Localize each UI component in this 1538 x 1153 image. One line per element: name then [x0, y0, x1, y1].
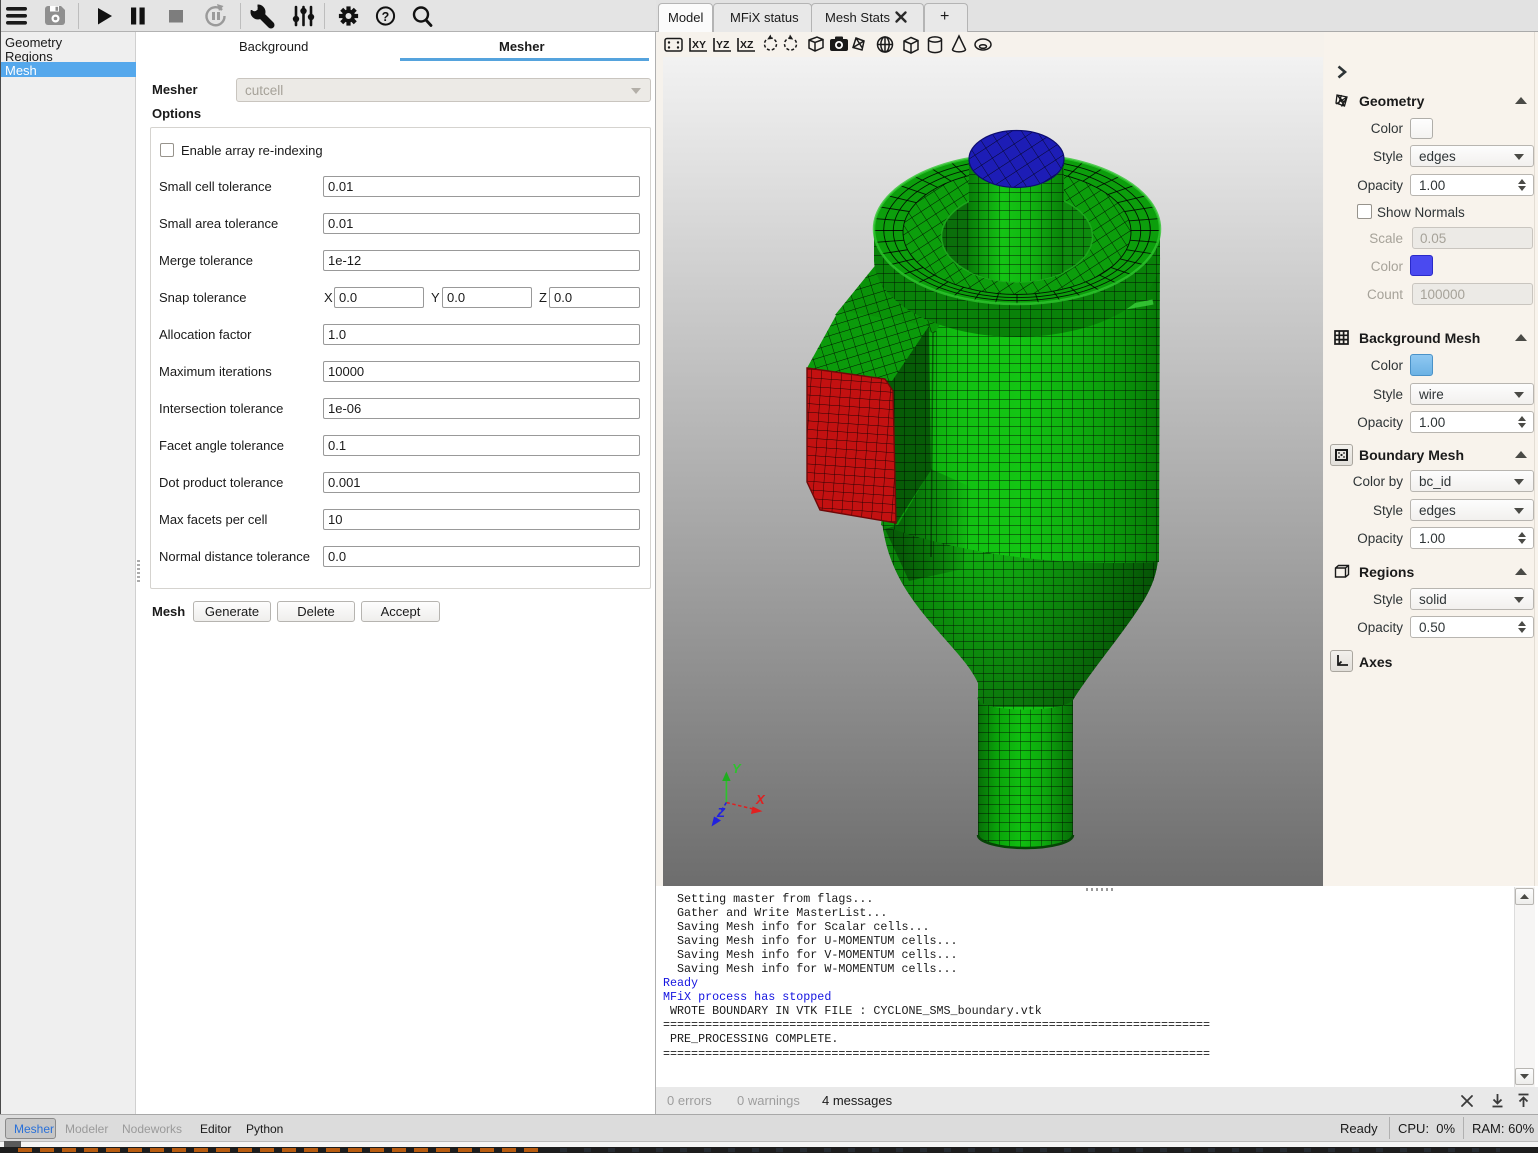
- svg-text:XY: XY: [692, 39, 706, 51]
- svg-text:Y: Y: [732, 761, 742, 776]
- svg-text:X: X: [755, 792, 766, 807]
- svg-text:Z: Z: [716, 805, 726, 820]
- svg-text:YZ: YZ: [716, 39, 730, 51]
- svg-text:?: ?: [382, 10, 390, 24]
- svg-text:XZ: XZ: [740, 39, 754, 51]
